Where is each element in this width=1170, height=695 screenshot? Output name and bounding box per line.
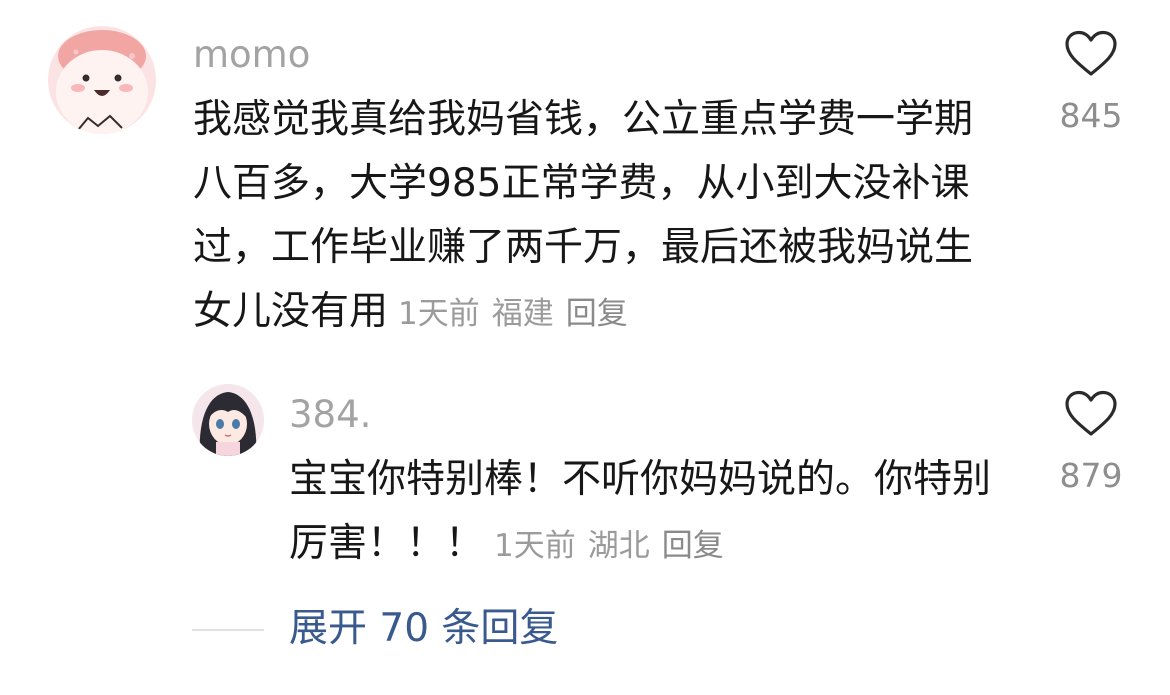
- divider: [192, 629, 264, 631]
- comment-username[interactable]: momo: [193, 36, 310, 73]
- comment-location: 福建: [491, 296, 554, 332]
- reply-button[interactable]: 回复: [662, 528, 724, 564]
- comment-thread: momo 我感觉我真给我妈省钱，公立重点学费一学期八百多，大学985正常学费，从…: [0, 0, 1170, 695]
- like-button[interactable]: 879: [1046, 390, 1136, 495]
- like-count: 879: [1059, 456, 1123, 495]
- expand-replies-button[interactable]: 展开 70 条回复: [289, 606, 558, 653]
- pink-cartoon-avatar-icon: [48, 26, 156, 134]
- anime-girl-avatar-icon: [192, 384, 264, 456]
- like-button[interactable]: 845: [1046, 30, 1136, 135]
- avatar[interactable]: [192, 384, 264, 456]
- reply-meta: 1天前 湖北 回复: [494, 528, 736, 564]
- reply-time: 1天前: [494, 528, 576, 564]
- comment-time: 1天前: [398, 296, 480, 332]
- reply-button[interactable]: 回复: [566, 296, 628, 332]
- like-count: 845: [1059, 96, 1123, 135]
- heart-icon[interactable]: [1064, 390, 1118, 438]
- comment-body: 我感觉我真给我妈省钱，公立重点学费一学期八百多，大学985正常学费，从小到大没补…: [193, 88, 993, 346]
- reply-location: 湖北: [587, 528, 650, 564]
- reply-body: 宝宝你特别棒！不听你妈妈说的。你特别厉害！！！ 1天前 湖北 回复: [289, 448, 1004, 578]
- avatar[interactable]: [48, 26, 156, 134]
- heart-icon[interactable]: [1064, 30, 1118, 78]
- reply-username[interactable]: 384.: [289, 396, 371, 433]
- comment-meta: 1天前 福建 回复: [398, 296, 640, 332]
